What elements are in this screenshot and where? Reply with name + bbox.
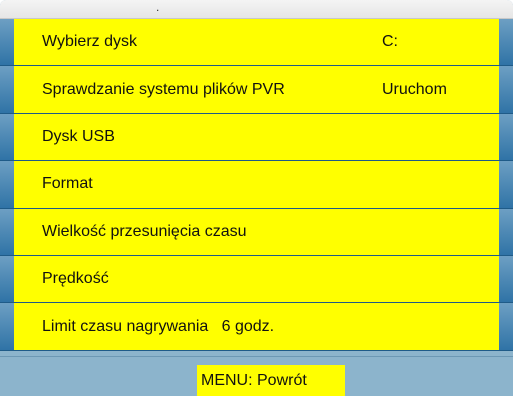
menu-item-label: Limit czasu nagrywania 6 godz. (42, 317, 275, 335)
menu-item-format[interactable]: Format (0, 161, 513, 209)
pvr-settings-menu: . Wybierz dysk C: Sprawdzanie systemu pl… (0, 0, 513, 396)
menu-header: . (0, 0, 513, 19)
menu-item-value: C: (382, 33, 398, 51)
menu-item-usb-disk[interactable]: Dysk USB (0, 113, 513, 162)
menu-item-speed[interactable]: Prędkość (0, 255, 513, 304)
header-mark: . (156, 0, 160, 14)
menu-item-label: Wybierz dysk (42, 33, 137, 51)
menu-item-label: Format (42, 175, 93, 193)
menu-item-value: Uruchom (382, 80, 447, 98)
menu-item-label: Wielkość przesunięcia czasu (42, 222, 247, 240)
menu-item-recording-time-limit[interactable]: Limit czasu nagrywania 6 godz. (0, 303, 513, 351)
menu-back-button[interactable]: MENU: Powrót (197, 365, 345, 396)
menu-item-pvr-filesystem-check[interactable]: Sprawdzanie systemu plików PVR Uruchom (0, 66, 513, 114)
menu-item-select-disk[interactable]: Wybierz dysk C: (0, 19, 513, 67)
menu-item-timeshift-size[interactable]: Wielkość przesunięcia czasu (0, 208, 513, 256)
menu-item-label: Sprawdzanie systemu plików PVR (42, 80, 285, 98)
menu-item-label: Dysk USB (42, 127, 115, 145)
menu-footer: MENU: Powrót (0, 356, 513, 396)
menu-item-label: Prędkość (42, 270, 109, 288)
menu-list: Wybierz dysk C: Sprawdzanie systemu plik… (0, 19, 513, 351)
